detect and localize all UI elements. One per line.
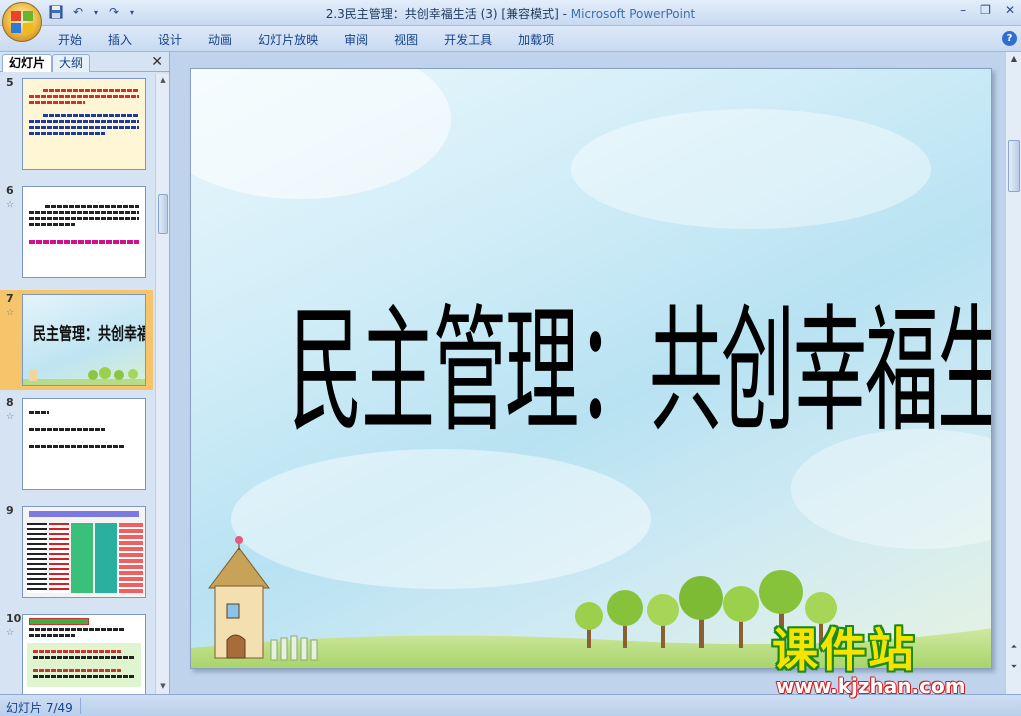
tab-home[interactable]: 开始 (58, 31, 82, 48)
panel-tab-bar: 幻灯片 大纲 ✕ (0, 52, 169, 72)
status-divider (80, 698, 81, 714)
tab-review[interactable]: 审阅 (344, 31, 368, 48)
slide-thumbnail-9[interactable] (22, 506, 146, 598)
ribbon-tabs: 开始 插入 设计 动画 幻灯片放映 审阅 视图 开发工具 加载项 (58, 31, 580, 48)
slides-panel: 幻灯片 大纲 ✕ 5 6 ☆ 7 ☆ 民主管理：共创幸 8 ☆ 9 10 ☆ ▲… (0, 52, 170, 694)
slide-number: 10 (6, 612, 22, 625)
animation-icon: ☆ (6, 308, 15, 318)
watermark-logo: 课件站 www.kjzhan.com (772, 614, 1012, 698)
slide-number: 5 (6, 76, 14, 89)
restore-icon[interactable]: ❐ (980, 3, 991, 17)
office-button[interactable] (2, 2, 42, 42)
window-title: 2.3民主管理：共创幸福生活 (3) [兼容模式] - Microsoft Po… (0, 5, 1021, 22)
office-logo-icon (11, 11, 33, 33)
tab-outline[interactable]: 大纲 (52, 54, 91, 72)
slide-number: 9 (6, 504, 14, 517)
background-cloud (191, 69, 451, 199)
slide-editor: 民主管理：共创幸福生活 (172, 52, 1005, 694)
thumbnail-row[interactable]: 8 ☆ (0, 394, 153, 498)
tab-insert[interactable]: 插入 (108, 31, 132, 48)
scroll-up-icon[interactable]: ▲ (158, 76, 168, 86)
tab-view[interactable]: 视图 (394, 31, 418, 48)
current-slide[interactable]: 民主管理：共创幸福生活 (190, 68, 992, 669)
scroll-up-icon[interactable]: ▲ (1009, 54, 1019, 63)
panel-scroll-thumb[interactable] (158, 194, 168, 234)
thumbnail-row[interactable]: 5 (0, 74, 153, 178)
close-icon[interactable]: ✕ (1005, 3, 1015, 17)
animation-icon: ☆ (6, 628, 15, 638)
thumbnail-scenery (23, 367, 145, 385)
panel-close-icon[interactable]: ✕ (151, 54, 163, 70)
slide-thumbnail-10[interactable] (22, 614, 146, 694)
watermark-brand: 课件站 (772, 623, 916, 677)
scroll-down-icon[interactable]: ▼ (158, 682, 168, 692)
slide-title[interactable]: 民主管理：共创幸福生活 (289, 261, 991, 459)
slide-thumbnail-5[interactable] (22, 78, 146, 170)
animation-icon: ☆ (6, 200, 15, 210)
help-icon[interactable]: ? (1002, 31, 1017, 46)
panel-scrollbar[interactable]: ▲ ▼ (155, 74, 169, 694)
thumbnail-row[interactable]: 10 ☆ (0, 610, 153, 694)
watermark-url: www.kjzhan.com (776, 674, 966, 698)
tab-animations[interactable]: 动画 (208, 31, 232, 48)
slide-thumbnail-7[interactable]: 民主管理：共创幸福生活 (22, 294, 146, 386)
background-cloud (571, 109, 931, 229)
slide-thumbnail-8[interactable] (22, 398, 146, 490)
tab-design[interactable]: 设计 (158, 31, 182, 48)
tab-addins[interactable]: 加载项 (518, 31, 554, 48)
slide-scrollbar[interactable]: ▲ ⏶ ⏷ (1005, 52, 1021, 694)
title-bar: ↶ ▾ ↷ ▾ 2.3民主管理：共创幸福生活 (3) [兼容模式] - Micr… (0, 0, 1021, 42)
thumbnail-row[interactable]: 6 ☆ (0, 182, 153, 286)
slide-number: 6 (6, 184, 14, 197)
document-title: 2.3民主管理：共创幸福生活 (3) [兼容模式] - (325, 7, 571, 21)
slide-thumbnail-6[interactable] (22, 186, 146, 278)
tab-slides[interactable]: 幻灯片 (2, 54, 53, 72)
house-illustration (208, 536, 270, 659)
slide-scroll-thumb[interactable] (1008, 140, 1020, 192)
slide-number: 7 (6, 292, 14, 305)
window-controls: – ❐ ✕ (960, 3, 1015, 17)
app-name: Microsoft PowerPoint (570, 7, 696, 21)
tab-slideshow[interactable]: 幻灯片放映 (258, 31, 318, 48)
slide-counter: 幻灯片 7/49 (6, 701, 73, 715)
tab-developer[interactable]: 开发工具 (444, 31, 492, 48)
slide-number: 8 (6, 396, 14, 409)
ribbon-tab-bar: 开始 插入 设计 动画 幻灯片放映 审阅 视图 开发工具 加载项 ? (0, 26, 1021, 52)
thumbnail-row[interactable]: 9 (0, 502, 153, 606)
minimize-icon[interactable]: – (960, 3, 966, 17)
thumbnail-list: 5 6 ☆ 7 ☆ 民主管理：共创幸 8 ☆ 9 10 ☆ (0, 74, 153, 694)
thumbnail-title: 民主管理：共创幸福生活 (33, 325, 145, 345)
animation-icon: ☆ (6, 412, 15, 422)
thumbnail-row-selected[interactable]: 7 ☆ 民主管理：共创幸福生活 (0, 290, 153, 390)
